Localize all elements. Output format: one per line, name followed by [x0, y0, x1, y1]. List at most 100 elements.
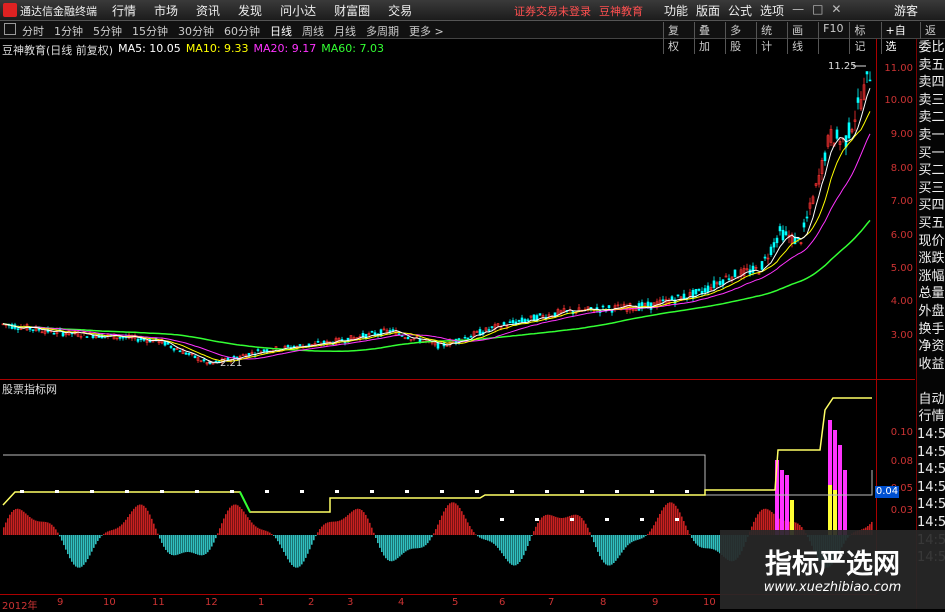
indicator-bar-red — [21, 510, 23, 535]
indicator-bar-cyan — [611, 535, 613, 565]
sidebar-item[interactable]: 委比 — [917, 39, 945, 57]
ma-legend: 豆神教育(日线 前复权) MA5: 10.05 MA10: 9.33 MA20:… — [2, 42, 384, 58]
indicator-bar-cyan — [61, 535, 63, 541]
candles — [2, 71, 871, 365]
indicator-bar-red — [15, 509, 17, 535]
indicator-bar-cyan — [717, 535, 719, 552]
indicator-spike — [785, 475, 789, 535]
indicator-dot — [55, 490, 59, 493]
candle-body — [824, 153, 826, 161]
indicator-bar-red — [557, 517, 559, 535]
sidebar-item[interactable]: 14:56 — [917, 514, 945, 532]
indicator-bar-cyan — [279, 535, 281, 545]
indicator-bar-red — [251, 522, 253, 535]
indicator-bar-cyan — [635, 535, 637, 540]
candle-body — [704, 289, 706, 293]
indicator-bar-cyan — [485, 535, 487, 540]
sidebar-item[interactable]: 现价 — [917, 233, 945, 251]
candle-body — [464, 337, 466, 338]
indicator-bar-cyan — [297, 535, 299, 568]
sidebar-item[interactable]: 14:56 — [917, 461, 945, 479]
price-tick: 6.00 — [891, 230, 913, 241]
sidebar-item[interactable]: 行情 — [917, 408, 945, 426]
ma5-line — [3, 88, 870, 363]
indicator-bar-cyan — [283, 535, 285, 552]
indicator-bar-red — [139, 505, 141, 535]
candle-body — [608, 306, 610, 308]
indicator-bar-red — [363, 512, 365, 535]
sidebar-item[interactable]: 卖四 — [917, 74, 945, 92]
candle-body — [263, 350, 265, 351]
sidebar-item[interactable]: 买五 — [917, 215, 945, 233]
date-tick: 3 — [347, 597, 353, 608]
sidebar-item[interactable]: 14:56 — [917, 496, 945, 514]
indicator-bar-red — [537, 523, 539, 535]
indicator-dot — [300, 490, 304, 493]
indicator-bar-cyan — [597, 535, 599, 552]
indicator-bar-cyan — [519, 535, 521, 562]
sidebar-item[interactable]: 卖一 — [917, 127, 945, 145]
indicator-bar-red — [41, 522, 43, 535]
price-tick: 5.00 — [891, 263, 913, 274]
sidebar-item[interactable] — [917, 373, 945, 391]
sidebar-item[interactable]: 净资 — [917, 338, 945, 356]
sidebar-item[interactable]: 买二 — [917, 162, 945, 180]
date-tick: 4 — [398, 597, 404, 608]
indicator-bar-cyan — [85, 535, 87, 562]
indicator-bar-cyan — [631, 535, 633, 542]
indicator-bar-red — [223, 518, 225, 535]
date-tick: 2012年 — [2, 597, 37, 612]
sidebar-item[interactable]: 收益 — [917, 356, 945, 374]
indicator-bar-cyan — [163, 535, 165, 547]
candle-body — [470, 336, 472, 337]
stock-name[interactable]: 豆神教育(日线 前复权) — [2, 42, 113, 58]
indicator-bar-cyan — [509, 535, 511, 563]
indicator-bar-red — [353, 510, 355, 535]
kline-chart[interactable]: 11.25 2.21 — [0, 0, 945, 609]
candle-body — [527, 320, 529, 321]
indicator-bar-cyan — [633, 535, 635, 541]
sidebar-item[interactable]: 涨跌 — [917, 250, 945, 268]
candle-body — [677, 295, 679, 296]
sidebar-item[interactable]: 涨幅 — [917, 268, 945, 286]
indicator-bar-cyan — [203, 535, 205, 555]
indicator-dot — [535, 518, 539, 521]
ma10-value: MA10: 9.33 — [186, 42, 249, 58]
sidebar-item[interactable]: 自动 — [917, 391, 945, 409]
sidebar-item[interactable]: 总量 — [917, 285, 945, 303]
sidebar-item[interactable]: 换手 — [917, 321, 945, 339]
indicator-dot — [685, 490, 689, 493]
sidebar-item[interactable]: 买一 — [917, 145, 945, 163]
indicator-bar-cyan — [531, 535, 533, 536]
indicator-gray-line — [3, 455, 872, 495]
sidebar-item[interactable]: 14:56 — [917, 426, 945, 444]
date-tick: 1 — [258, 597, 264, 608]
sidebar-item[interactable]: 外盘 — [917, 303, 945, 321]
sidebar-item[interactable]: 买四 — [917, 197, 945, 215]
sidebar-item[interactable]: 买三 — [917, 180, 945, 198]
sidebar-item[interactable]: 14:56 — [917, 444, 945, 462]
indicator-bar-red — [29, 517, 31, 535]
price-tick: 3.00 — [891, 330, 913, 341]
indicator-bar-cyan — [377, 535, 379, 543]
sidebar-item[interactable]: 14:56 — [917, 479, 945, 497]
indicator-bar-cyan — [167, 535, 169, 552]
indicator-bar-cyan — [171, 535, 173, 555]
date-tick: 5 — [452, 597, 458, 608]
candle-body — [761, 261, 763, 269]
sidebar-item[interactable]: 卖二 — [917, 109, 945, 127]
indicator-bar-red — [451, 502, 453, 535]
indicator-bar-red — [263, 530, 265, 535]
indicator-bar-cyan — [491, 535, 493, 542]
sidebar-item[interactable]: 卖三 — [917, 92, 945, 110]
indicator-title[interactable]: 股票指标网 — [2, 381, 57, 397]
indicator-dot — [605, 518, 609, 521]
indicator-bar-cyan — [215, 535, 217, 538]
indicator-bar-cyan — [507, 535, 509, 561]
sidebar-item[interactable]: 卖五 — [917, 57, 945, 75]
indicator-bar-red — [565, 517, 567, 535]
indicator-bar-red — [127, 517, 129, 535]
indicator-bar-red — [43, 522, 45, 535]
indicator-bar-cyan — [69, 535, 71, 558]
indicator-bar-cyan — [311, 535, 313, 545]
